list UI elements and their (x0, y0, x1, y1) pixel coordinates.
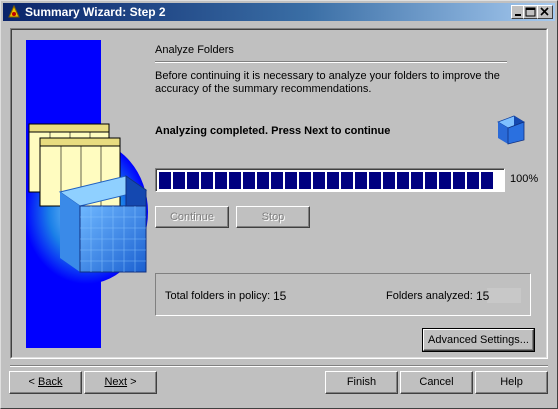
progress-block (467, 172, 479, 189)
progress-block (271, 172, 283, 189)
progress-block (411, 172, 423, 189)
progress-block (453, 172, 465, 189)
finish-button[interactable]: Finish (325, 371, 398, 394)
maximize-icon (525, 7, 536, 17)
page-description: Before continuing it is necessary to ana… (155, 70, 500, 95)
progress-block (201, 172, 213, 189)
progress-block (285, 172, 297, 189)
folders-analyzed-label: Folders analyzed: (386, 290, 473, 302)
footer-divider (10, 365, 548, 367)
heading-divider (155, 61, 507, 63)
progress-block (383, 172, 395, 189)
progress-bar (155, 168, 505, 192)
cancel-button[interactable]: Cancel (400, 371, 473, 394)
wizard-page-panel: Analyze Folders Before continuing it is … (10, 28, 548, 359)
advanced-settings-button[interactable]: Advanced Settings... (422, 328, 535, 352)
stop-button-label: Stop (261, 211, 285, 223)
progress-percent: 100% (510, 173, 539, 185)
help-button-label: Help (500, 376, 523, 388)
progress-block (397, 172, 409, 189)
progress-block (187, 172, 199, 189)
cancel-button-label: Cancel (419, 376, 454, 388)
total-folders-value: 15 (273, 289, 287, 303)
progress-block (159, 172, 171, 189)
back-button-content: < Back (28, 376, 63, 388)
progress-block (215, 172, 227, 189)
next-button-content: Next > (104, 376, 137, 388)
finish-button-label: Finish (346, 376, 377, 388)
progress-block (481, 172, 493, 189)
analysis-summary: Total folders in policy: 15 Folders anal… (155, 273, 531, 316)
back-button[interactable]: < Back (9, 371, 82, 394)
progress-block (439, 172, 451, 189)
progress-block (299, 172, 311, 189)
wizard-side-image (26, 40, 148, 348)
help-button[interactable]: Help (475, 371, 548, 394)
next-button-label: Next (104, 376, 128, 388)
stop-button[interactable]: Stop (236, 206, 310, 228)
progress-block (341, 172, 353, 189)
progress-block (257, 172, 269, 189)
continue-button[interactable]: Continue (155, 206, 229, 228)
close-button[interactable] (537, 5, 553, 19)
folders-analyzed-value: 15 (476, 289, 490, 303)
title-bar[interactable]: Summary Wizard: Step 2 (3, 3, 555, 21)
wizard-window: Summary Wizard: Step 2 Analyze Folders B… (0, 0, 558, 409)
page-heading: Analyze Folders (155, 44, 234, 56)
progress-block (327, 172, 339, 189)
back-button-label: Back (38, 376, 63, 388)
progress-block (243, 172, 255, 189)
folders-analyzed-field (487, 288, 521, 303)
progress-block (313, 172, 325, 189)
window-title: Summary Wizard: Step 2 (25, 5, 166, 19)
app-icon (6, 4, 22, 20)
close-icon (540, 7, 549, 16)
progress-block (229, 172, 241, 189)
next-button[interactable]: Next > (84, 371, 157, 394)
status-message: Analyzing completed. Press Next to conti… (155, 125, 391, 137)
progress-block (173, 172, 185, 189)
progress-block (425, 172, 437, 189)
total-folders-label: Total folders in policy: (165, 290, 271, 302)
continue-button-label: Continue (169, 211, 215, 223)
advanced-settings-label: Advanced Settings... (428, 334, 529, 346)
progress-block (369, 172, 381, 189)
progress-block (355, 172, 367, 189)
cube-icon (497, 115, 525, 145)
